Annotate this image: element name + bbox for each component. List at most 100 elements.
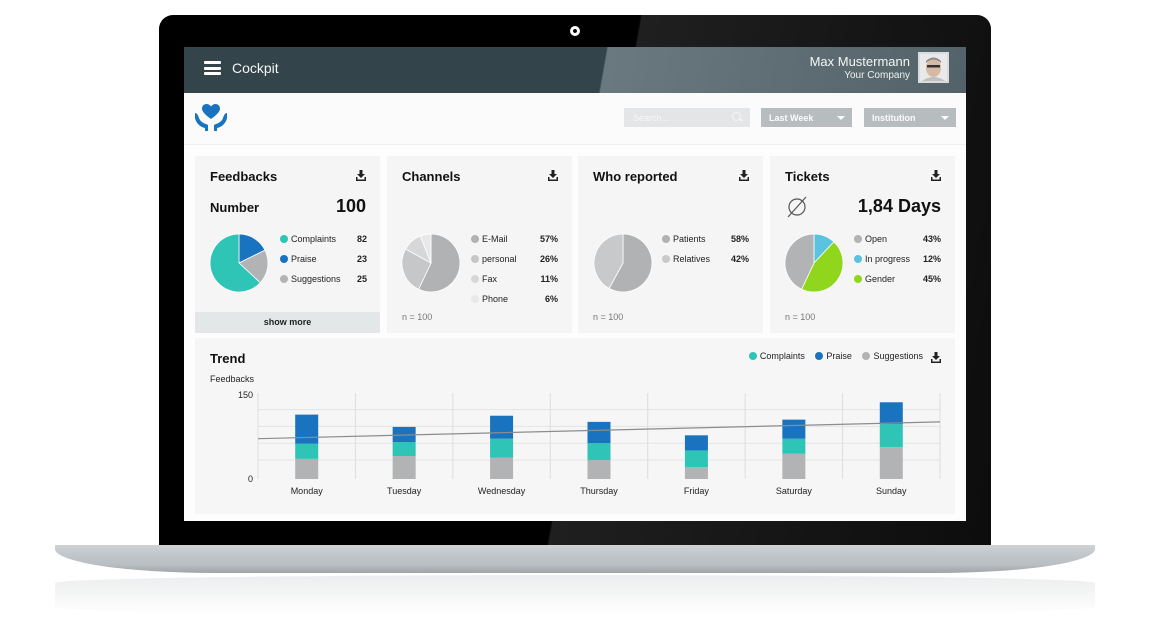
legend-value: 26% <box>539 254 558 264</box>
feedbacks-pie-chart <box>209 233 269 293</box>
menu-icon[interactable] <box>204 61 221 75</box>
bar-segment-praise-saturday[interactable] <box>782 419 806 439</box>
legend-item-fax[interactable]: Fax 11% <box>471 274 558 286</box>
legend-value: 23 <box>356 254 367 264</box>
channels-card: Channels n = 100 E-Mail 57% personal 26% Fax… <box>387 156 572 333</box>
toolbar: Last Week Institution <box>184 93 966 145</box>
bar-segment-complaints-friday[interactable] <box>684 450 708 468</box>
bar-segment-suggestions-friday[interactable] <box>684 467 708 479</box>
legend-value: 45% <box>922 274 941 284</box>
bar-segment-complaints-thursday[interactable] <box>587 443 611 460</box>
download-icon[interactable] <box>356 170 366 182</box>
bar-segment-praise-sunday[interactable] <box>879 402 903 425</box>
legend-dot <box>280 255 288 263</box>
tickets-pie-chart <box>784 233 844 293</box>
y-tick-label: 150 <box>238 390 253 400</box>
legend-item-gender[interactable]: Gender 45% <box>854 274 941 286</box>
user-name[interactable]: Max Mustermann <box>810 54 910 69</box>
who-reported-card: Who reported n = 100 Patients 58% Relative… <box>578 156 763 333</box>
channels-pie-chart <box>401 233 461 293</box>
legend-label: personal <box>482 254 517 264</box>
legend-label: Phone <box>482 294 509 304</box>
legend-dot <box>471 295 479 303</box>
laptop-mockup: Cockpit Max Mustermann Your Company Sear… <box>0 0 1150 626</box>
legend-value: 58% <box>730 234 749 244</box>
x-tick-label: Thursday <box>580 486 618 496</box>
legend-value: 82 <box>356 234 367 244</box>
average-icon <box>787 196 807 218</box>
bar-segment-praise-thursday[interactable] <box>587 421 611 444</box>
legend-dot <box>662 235 670 243</box>
legend-label: Complaints <box>291 234 337 244</box>
institution-select[interactable]: Institution <box>864 108 956 127</box>
institution-select-value: Institution <box>872 113 916 123</box>
legend-item-e-mail[interactable]: E-Mail 57% <box>471 234 558 246</box>
bar-segment-praise-friday[interactable] <box>684 435 708 451</box>
app-screen: Cockpit Max Mustermann Your Company Sear… <box>184 47 966 521</box>
laptop-reflection <box>55 575 1095 615</box>
period-select-value: Last Week <box>769 113 814 123</box>
bar-segment-praise-monday[interactable] <box>295 414 319 444</box>
legend-dot <box>662 255 670 263</box>
legend-item-phone[interactable]: Phone 6% <box>471 294 558 306</box>
legend-item-relatives[interactable]: Relatives 42% <box>662 254 749 266</box>
legend-dot <box>471 255 479 263</box>
download-icon[interactable] <box>548 170 558 182</box>
number-label: Number <box>210 200 260 215</box>
download-icon[interactable] <box>931 170 941 182</box>
heart-hands-logo-icon[interactable] <box>194 103 228 133</box>
x-tick-label: Friday <box>684 486 710 496</box>
bar-segment-complaints-sunday[interactable] <box>879 424 903 448</box>
legend-value: 11% <box>540 274 558 284</box>
camera-icon <box>570 26 580 36</box>
bar-segment-complaints-monday[interactable] <box>295 443 319 459</box>
legend-value: 25 <box>356 274 367 284</box>
legend-label: Gender <box>865 274 896 284</box>
bar-segment-complaints-saturday[interactable] <box>782 438 806 454</box>
legend-dot <box>854 235 862 243</box>
legend-item-open[interactable]: Open 43% <box>854 234 941 246</box>
trend-card: Trend Complaints Praise Suggestions Feed… <box>195 338 955 514</box>
bar-segment-suggestions-wednesday[interactable] <box>490 457 514 479</box>
legend-item-personal[interactable]: personal 26% <box>471 254 558 266</box>
bar-segment-suggestions-monday[interactable] <box>295 458 319 479</box>
bar-segment-complaints-tuesday[interactable] <box>392 442 416 457</box>
search-input[interactable] <box>624 108 750 127</box>
sample-size: n = 100 <box>593 312 624 322</box>
x-tick-label: Wednesday <box>478 486 526 496</box>
legend-dot <box>471 275 479 283</box>
show-more-button[interactable]: show more <box>195 312 380 333</box>
bar-segment-praise-wednesday[interactable] <box>490 415 514 439</box>
app-header: Cockpit Max Mustermann Your Company <box>184 47 966 93</box>
bar-segment-suggestions-thursday[interactable] <box>587 459 611 479</box>
legend-label: Suggestions <box>291 274 341 284</box>
legend-item-patients[interactable]: Patients 58% <box>662 234 749 246</box>
search-icon[interactable] <box>732 112 741 121</box>
download-icon[interactable] <box>739 170 749 182</box>
legend-dot <box>280 235 288 243</box>
bar-segment-suggestions-sunday[interactable] <box>879 447 903 479</box>
dashboard-content: Feedbacks Number 100 show more Complaint… <box>184 145 966 521</box>
period-select[interactable]: Last Week <box>761 108 852 127</box>
sample-size: n = 100 <box>785 312 816 322</box>
who-reported-pie-chart <box>593 233 653 293</box>
bar-segment-suggestions-saturday[interactable] <box>782 453 806 479</box>
legend-dot <box>471 235 479 243</box>
legend-dot <box>854 255 862 263</box>
feedbacks-card: Feedbacks Number 100 show more Complaint… <box>195 156 380 333</box>
legend-item-complaints[interactable]: Complaints 82 <box>280 234 367 246</box>
legend-label: Relatives <box>673 254 711 264</box>
avatar[interactable] <box>918 52 949 83</box>
legend-item-in-progress[interactable]: In progress 12% <box>854 254 941 266</box>
bar-segment-complaints-wednesday[interactable] <box>490 438 514 458</box>
laptop-base <box>55 545 1095 573</box>
x-tick-label: Saturday <box>776 486 813 496</box>
x-tick-label: Sunday <box>876 486 907 496</box>
bar-segment-suggestions-tuesday[interactable] <box>392 456 416 479</box>
app-title: Cockpit <box>232 60 279 76</box>
legend-item-suggestions[interactable]: Suggestions 25 <box>280 274 367 286</box>
legend-item-praise[interactable]: Praise 23 <box>280 254 367 266</box>
legend-label: Praise <box>291 254 317 264</box>
legend-dot <box>854 275 862 283</box>
legend-label: Patients <box>673 234 706 244</box>
